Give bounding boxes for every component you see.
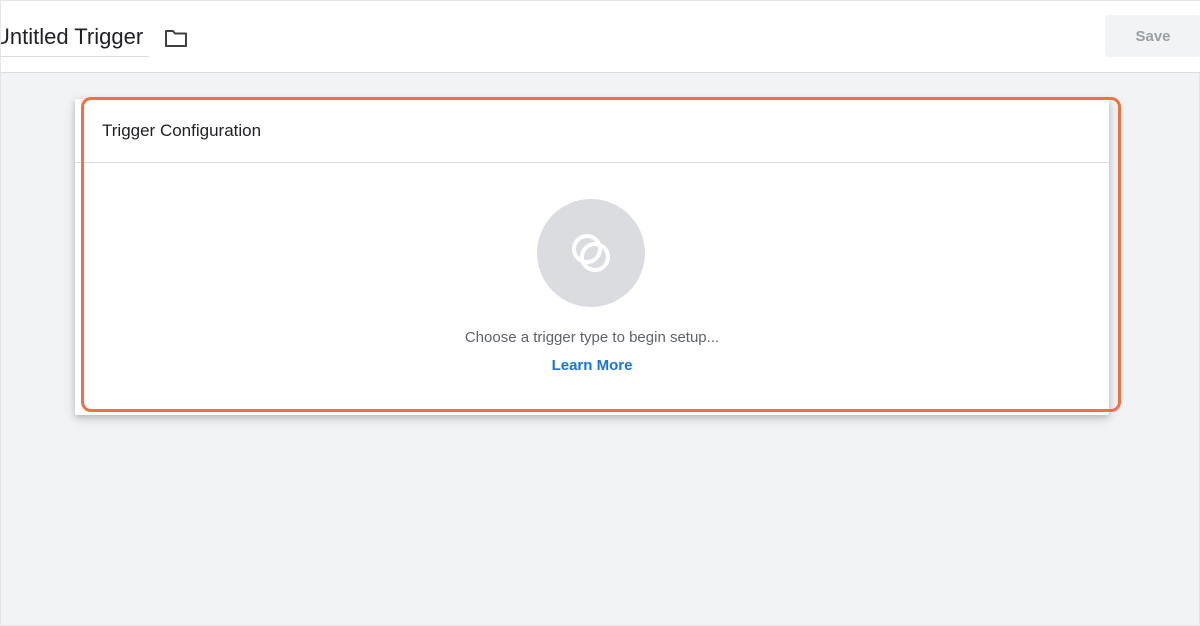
card-title: Trigger Configuration [102,120,262,140]
learn-more-wrap: Learn More [75,357,1109,374]
page-header: Untitled Trigger Save [1,1,1200,73]
trigger-type-placeholder[interactable] [537,199,645,307]
app-frame: Untitled Trigger Save Trigger Configurat… [0,0,1200,626]
learn-more-link[interactable]: Learn More [552,357,633,374]
trigger-configuration-card[interactable]: Trigger Configuration Choose a trigger t… [75,99,1109,415]
folder-icon [165,30,187,47]
folder-button[interactable] [163,25,189,51]
card-header: Trigger Configuration [75,99,1109,163]
save-button[interactable]: Save [1105,15,1200,57]
card-body: Choose a trigger type to begin setup... … [75,163,1109,415]
setup-hint: Choose a trigger type to begin setup... [464,329,720,346]
trigger-name-wrap: Untitled Trigger [1,19,149,57]
trigger-type-icon [572,234,610,272]
trigger-name-input[interactable]: Untitled Trigger [1,19,149,57]
